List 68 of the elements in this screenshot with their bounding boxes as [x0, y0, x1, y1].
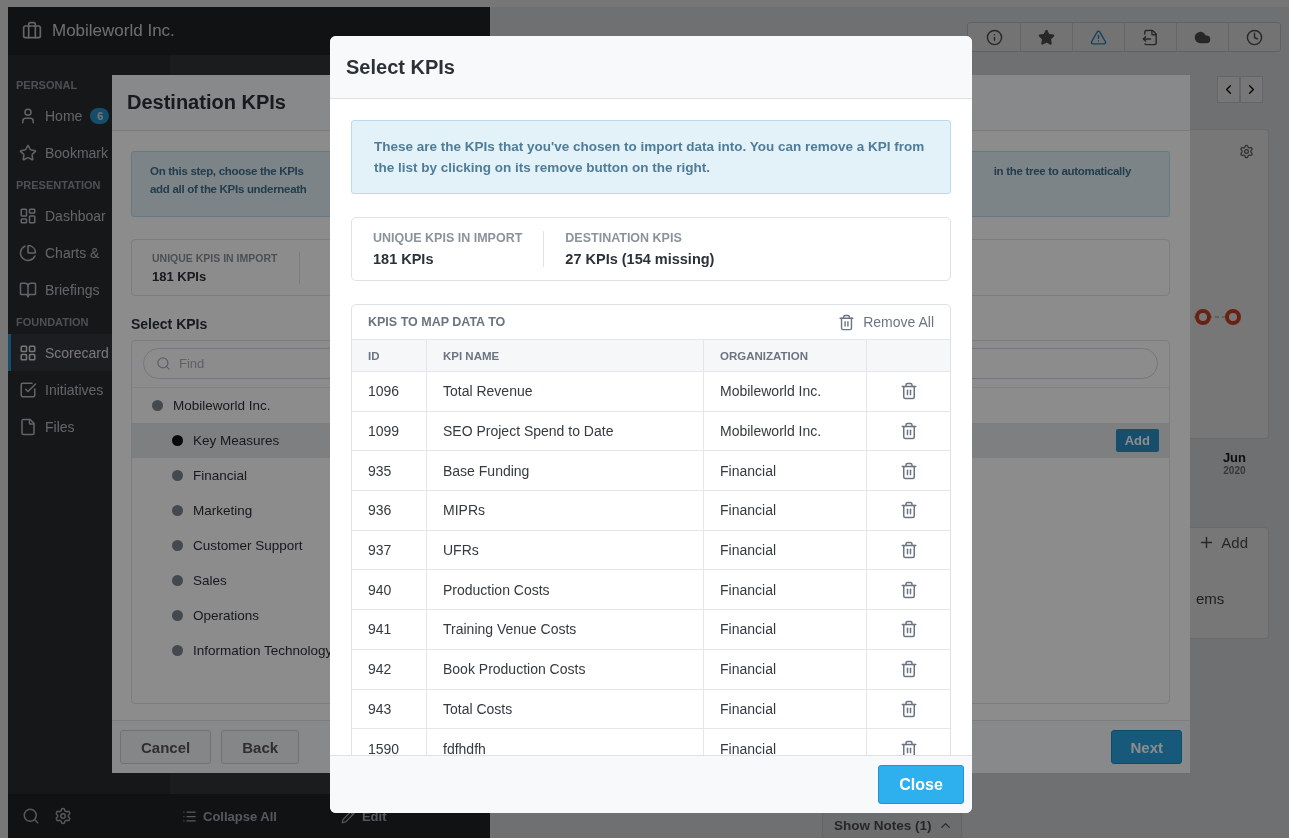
table-cell: 940 — [352, 570, 427, 611]
nav-label: Scorecard — [45, 344, 109, 361]
table-cell: Base Funding — [427, 451, 704, 492]
stat-label: UNIQUE KPIS IN IMPORT — [152, 251, 278, 264]
stat-value: 181 KPIs — [373, 251, 435, 267]
tree-label: Key Measures — [193, 433, 280, 448]
info-text: On this step, choose the KPIs — [150, 165, 305, 177]
count-badge: 6 — [90, 107, 110, 124]
table-cell: Book Production Costs — [427, 649, 704, 690]
table-cell: Mobileworld Inc. — [704, 411, 867, 452]
tree-label: Mobileworld Inc. — [173, 398, 271, 413]
dialog-title: Destination KPIs — [127, 91, 286, 114]
column-header: ORGANIZATION — [704, 340, 867, 372]
table-cell: 1099 — [352, 411, 427, 452]
organization-name: Mobileworld Inc. — [52, 21, 176, 41]
info-text: These are the KPIs that you've chosen to import data into. You can remove a KPI from the list by clicking on its remove button on the right. — [374, 139, 925, 175]
nav-label: Home — [45, 107, 83, 124]
stat-value: 181 KPIs — [152, 268, 208, 284]
nav-label: Bookmark — [45, 144, 109, 161]
table-cell: 942 — [352, 649, 427, 690]
table-cell: 937 — [352, 530, 427, 571]
table-cell: Total Costs — [427, 689, 704, 730]
tree-label: Information Technology — [193, 643, 333, 658]
tree-label: Financial — [193, 468, 248, 483]
table-cell: Financial — [704, 689, 867, 730]
nav-label: Dashboar — [45, 207, 106, 224]
tree-label: Customer Support — [193, 538, 303, 553]
table-cell: 1096 — [352, 372, 427, 412]
table-cell: Mobileworld Inc. — [704, 372, 867, 412]
stat-label: DESTINATION KPIS — [565, 231, 683, 245]
table-cell: Financial — [704, 530, 867, 571]
nav-label: Briefings — [45, 281, 100, 298]
info-text: in the tree to automatically — [993, 165, 1131, 179]
panel-text: ems — [1196, 590, 1225, 607]
info-text: add all of the KPIs underneath — [150, 183, 307, 195]
stat-value: 27 KPIs (154 missing) — [565, 251, 715, 267]
nav-label: Charts & — [45, 244, 100, 261]
axis-year: 2020 — [1223, 465, 1246, 476]
table-cell: Financial — [704, 610, 867, 650]
axis-month: Jun — [1222, 450, 1246, 465]
table-cell: Financial — [704, 649, 867, 690]
table-cell: Production Costs — [427, 570, 704, 611]
table-cell: UFRs — [427, 530, 704, 571]
dialog-title: Select KPIs — [346, 55, 455, 79]
column-header: KPI NAME — [427, 340, 704, 372]
section-title: Select KPIs — [131, 316, 208, 332]
table-cell: Financial — [704, 491, 867, 531]
table-cell: Financial — [704, 451, 867, 492]
section-label: PRESENTATION — [16, 179, 101, 191]
section-label: FOUNDATION — [16, 316, 89, 328]
table-title: KPIS TO MAP DATA TO — [368, 315, 507, 329]
table-cell: Training Venue Costs — [427, 610, 704, 650]
table-cell: Total Revenue — [427, 372, 704, 412]
column-header: ID — [352, 340, 427, 372]
nav-label: Files — [45, 418, 75, 435]
stat-label: UNIQUE KPIS IN IMPORT — [373, 231, 523, 245]
table-cell: 935 — [352, 451, 427, 492]
table-cell: MIPRs — [427, 491, 704, 531]
section-label: PERSONAL — [16, 79, 78, 91]
table-cell: SEO Project Spend to Date — [427, 411, 704, 452]
tree-label: Operations — [193, 608, 260, 623]
table-cell: 943 — [352, 689, 427, 730]
tree-label: Marketing — [193, 503, 253, 518]
tree-label: Sales — [193, 573, 227, 588]
table-cell: 941 — [352, 610, 427, 650]
table-cell: 936 — [352, 491, 427, 531]
nav-label: Initiatives — [45, 381, 104, 398]
table-cell: Financial — [704, 570, 867, 611]
